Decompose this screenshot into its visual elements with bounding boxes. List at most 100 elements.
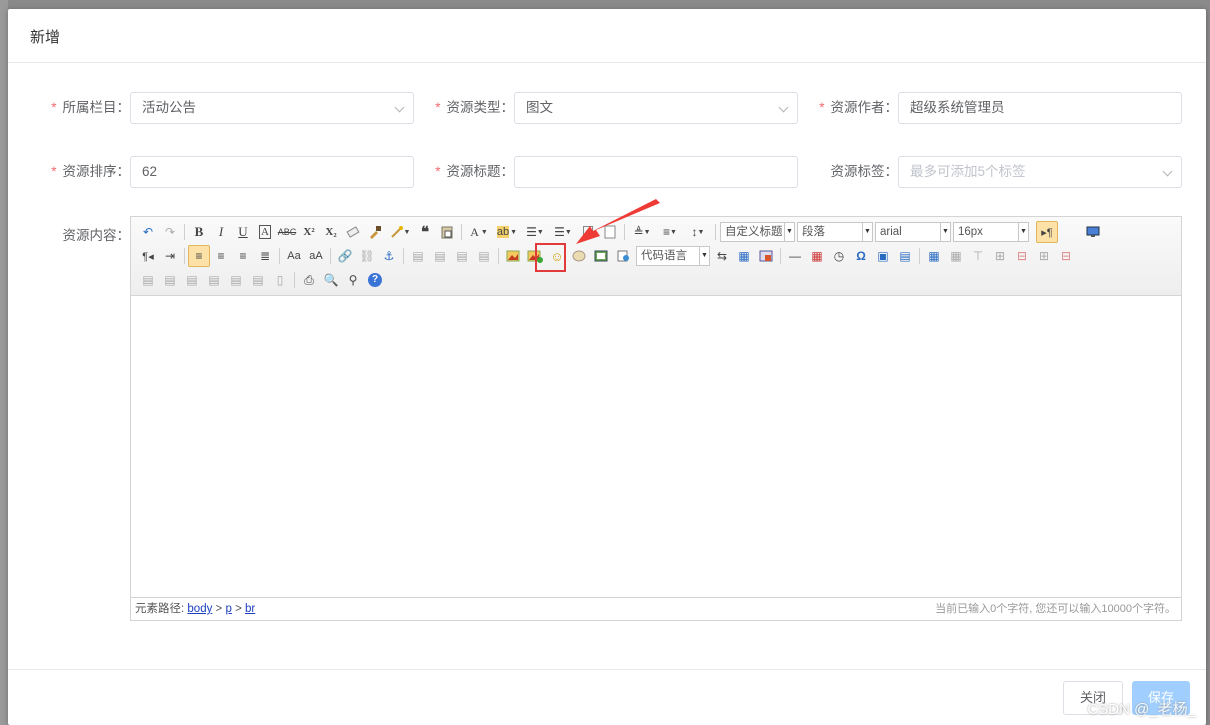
rtl-direction-icon[interactable]: ¶◂ — [137, 245, 159, 267]
unordered-list-icon[interactable]: ☰ ▼ — [549, 221, 577, 243]
insert-col-icon[interactable]: ⊞ — [1033, 245, 1055, 267]
paragraph-select[interactable]: 段落 ▼ — [797, 222, 873, 242]
scrawl-icon[interactable] — [568, 245, 590, 267]
chevron-down-icon: ▼ — [940, 223, 950, 241]
redo-icon[interactable]: ↷ — [159, 221, 181, 243]
italic-icon[interactable]: I — [210, 221, 232, 243]
dialog-footer: 关闭 保存 — [8, 669, 1206, 725]
chevron-down-icon — [778, 102, 789, 113]
code-language-select[interactable]: 代码语言 ▼ — [636, 246, 710, 266]
horizontal-rule-icon[interactable]: — — [784, 245, 806, 267]
emotion-icon[interactable]: ☺ — [546, 245, 568, 267]
paste-plain-icon[interactable] — [436, 221, 458, 243]
merge-right-icon[interactable]: ▤ — [159, 269, 181, 291]
delete-table-icon[interactable]: ▦ — [945, 245, 967, 267]
author-input[interactable]: 超级系统管理员 — [898, 92, 1182, 124]
insert-image-icon[interactable] — [524, 245, 546, 267]
anchor-icon[interactable]: ⚓ — [378, 245, 400, 267]
font-border-icon[interactable]: A — [254, 221, 276, 243]
unlink-icon[interactable]: ⛓ — [356, 245, 378, 267]
row-spacing-top-icon[interactable]: ≜ ▼ — [628, 221, 656, 243]
merge-cells-icon[interactable]: ▤ — [137, 269, 159, 291]
editor-content-area[interactable] — [131, 296, 1181, 597]
type-label: * 资源类型： — [435, 100, 514, 115]
toolbar-row-1: ↶ ↷ B I U A ABC X² X₂ ▼ ❝ A ▼ ab ▼ ☰ ▼ ☰ ▼ — [137, 221, 1104, 243]
bold-icon[interactable]: B — [188, 221, 210, 243]
align-center-icon[interactable]: ≡ — [210, 245, 232, 267]
title-input[interactable] — [514, 156, 798, 188]
ordered-list-icon[interactable]: ☰ ▼ — [521, 221, 549, 243]
toolbar-row-2: ¶◂ ⇥ ≡ ≡ ≡ ≣ Aa aA 🔗 ⛓ ⚓ ▤ ▤ ▤ ▤ ☺ 代码语言 … — [137, 245, 1077, 267]
tags-select[interactable]: 最多可添加5个标签 — [898, 156, 1182, 188]
align-justify-icon[interactable]: ≣ — [254, 245, 276, 267]
background-icon[interactable] — [755, 245, 777, 267]
attachment-icon[interactable] — [612, 245, 634, 267]
chevron-down-icon: ▼ — [784, 223, 794, 241]
undo-icon[interactable]: ↶ — [137, 221, 159, 243]
print-icon[interactable]: ⎙ — [298, 269, 320, 291]
auto-format-icon[interactable]: ▼ — [386, 221, 414, 243]
path-br-link[interactable]: br — [245, 603, 255, 615]
background-color-icon[interactable]: ab ▼ — [493, 221, 521, 243]
insert-row-icon[interactable]: ⊞ — [989, 245, 1011, 267]
image-none-icon[interactable]: ▤ — [407, 245, 429, 267]
toolbar-row-3: ▤ ▤ ▤ ▤ ▤ ▤ ▯ ⎙ 🔍 ⚲ ? — [137, 269, 386, 291]
order-input[interactable]: 62 — [130, 156, 414, 188]
simple-upload-icon[interactable] — [502, 245, 524, 267]
link-icon[interactable]: 🔗 — [334, 245, 356, 267]
select-all-icon[interactable]: a — [577, 221, 599, 243]
image-center-icon[interactable]: ▤ — [473, 245, 495, 267]
delete-row-icon[interactable]: ⊟ — [1011, 245, 1033, 267]
word-image-icon[interactable]: ▤ — [894, 245, 916, 267]
type-select[interactable]: 图文 — [514, 92, 798, 124]
heading-style-select[interactable]: 自定义标题 ▼ — [720, 222, 795, 242]
delete-col-icon[interactable]: ⊟ — [1055, 245, 1077, 267]
row-spacing-bottom-icon[interactable]: ≡ ▼ — [656, 221, 684, 243]
preview-icon[interactable]: 🔍 — [320, 269, 342, 291]
map-icon[interactable]: ▣ — [872, 245, 894, 267]
font-size-select[interactable]: 16px ▼ — [953, 222, 1029, 242]
char-count: 当前已输入0个字符, 您还可以输入10000个字符。 — [935, 603, 1176, 615]
line-height-icon[interactable]: ↕ ▼ — [684, 221, 712, 243]
split-to-rows-icon[interactable]: ▤ — [225, 269, 247, 291]
help-icon[interactable]: ? — [364, 269, 386, 291]
template-icon[interactable]: ▦ — [733, 245, 755, 267]
underline-icon[interactable]: U — [232, 221, 254, 243]
indent-icon[interactable]: ⇥ — [159, 245, 181, 267]
align-left-icon[interactable]: ≡ — [188, 245, 210, 267]
strikethrough-icon[interactable]: ABC — [276, 221, 298, 243]
fullscreen-icon[interactable] — [1082, 221, 1104, 243]
background-page — [0, 0, 8, 725]
insert-paragraph-before-table-icon[interactable]: ⊤ — [967, 245, 989, 267]
eraser-icon[interactable] — [342, 221, 364, 243]
format-brush-icon[interactable] — [364, 221, 386, 243]
path-body-link[interactable]: body — [187, 603, 212, 615]
image-right-icon[interactable]: ▤ — [451, 245, 473, 267]
chevron-down-icon: ▼ — [699, 247, 709, 265]
font-family-select[interactable]: arial ▼ — [875, 222, 951, 242]
font-color-icon[interactable]: A ▼ — [465, 221, 493, 243]
insert-video-icon[interactable] — [590, 245, 612, 267]
search-replace-icon[interactable]: ⚲ — [342, 269, 364, 291]
blockquote-icon[interactable]: ❝ — [414, 221, 436, 243]
to-uppercase-icon[interactable]: Aa — [283, 245, 305, 267]
merge-down-icon[interactable]: ▤ — [181, 269, 203, 291]
special-char-icon[interactable]: Ω — [850, 245, 872, 267]
to-lowercase-icon[interactable]: aA — [305, 245, 327, 267]
date-icon[interactable]: ▦ — [806, 245, 828, 267]
superscript-icon[interactable]: X² — [298, 221, 320, 243]
chart-icon[interactable]: ▯ — [269, 269, 291, 291]
split-to-cells-icon[interactable]: ▤ — [203, 269, 225, 291]
column-select[interactable]: 活动公告 — [130, 92, 414, 124]
time-icon[interactable]: ◷ — [828, 245, 850, 267]
page-break-icon[interactable]: ⇆ — [711, 245, 733, 267]
image-left-icon[interactable]: ▤ — [429, 245, 451, 267]
split-to-cols-icon[interactable]: ▤ — [247, 269, 269, 291]
subscript-icon[interactable]: X₂ — [320, 221, 342, 243]
chevron-down-icon: ▼ — [1018, 223, 1028, 241]
align-right-icon[interactable]: ≡ — [232, 245, 254, 267]
path-p-link[interactable]: p — [225, 603, 231, 615]
clear-doc-icon[interactable] — [599, 221, 621, 243]
ltr-direction-icon[interactable]: ▸¶ — [1036, 221, 1058, 243]
insert-table-icon[interactable]: ▦ — [923, 245, 945, 267]
